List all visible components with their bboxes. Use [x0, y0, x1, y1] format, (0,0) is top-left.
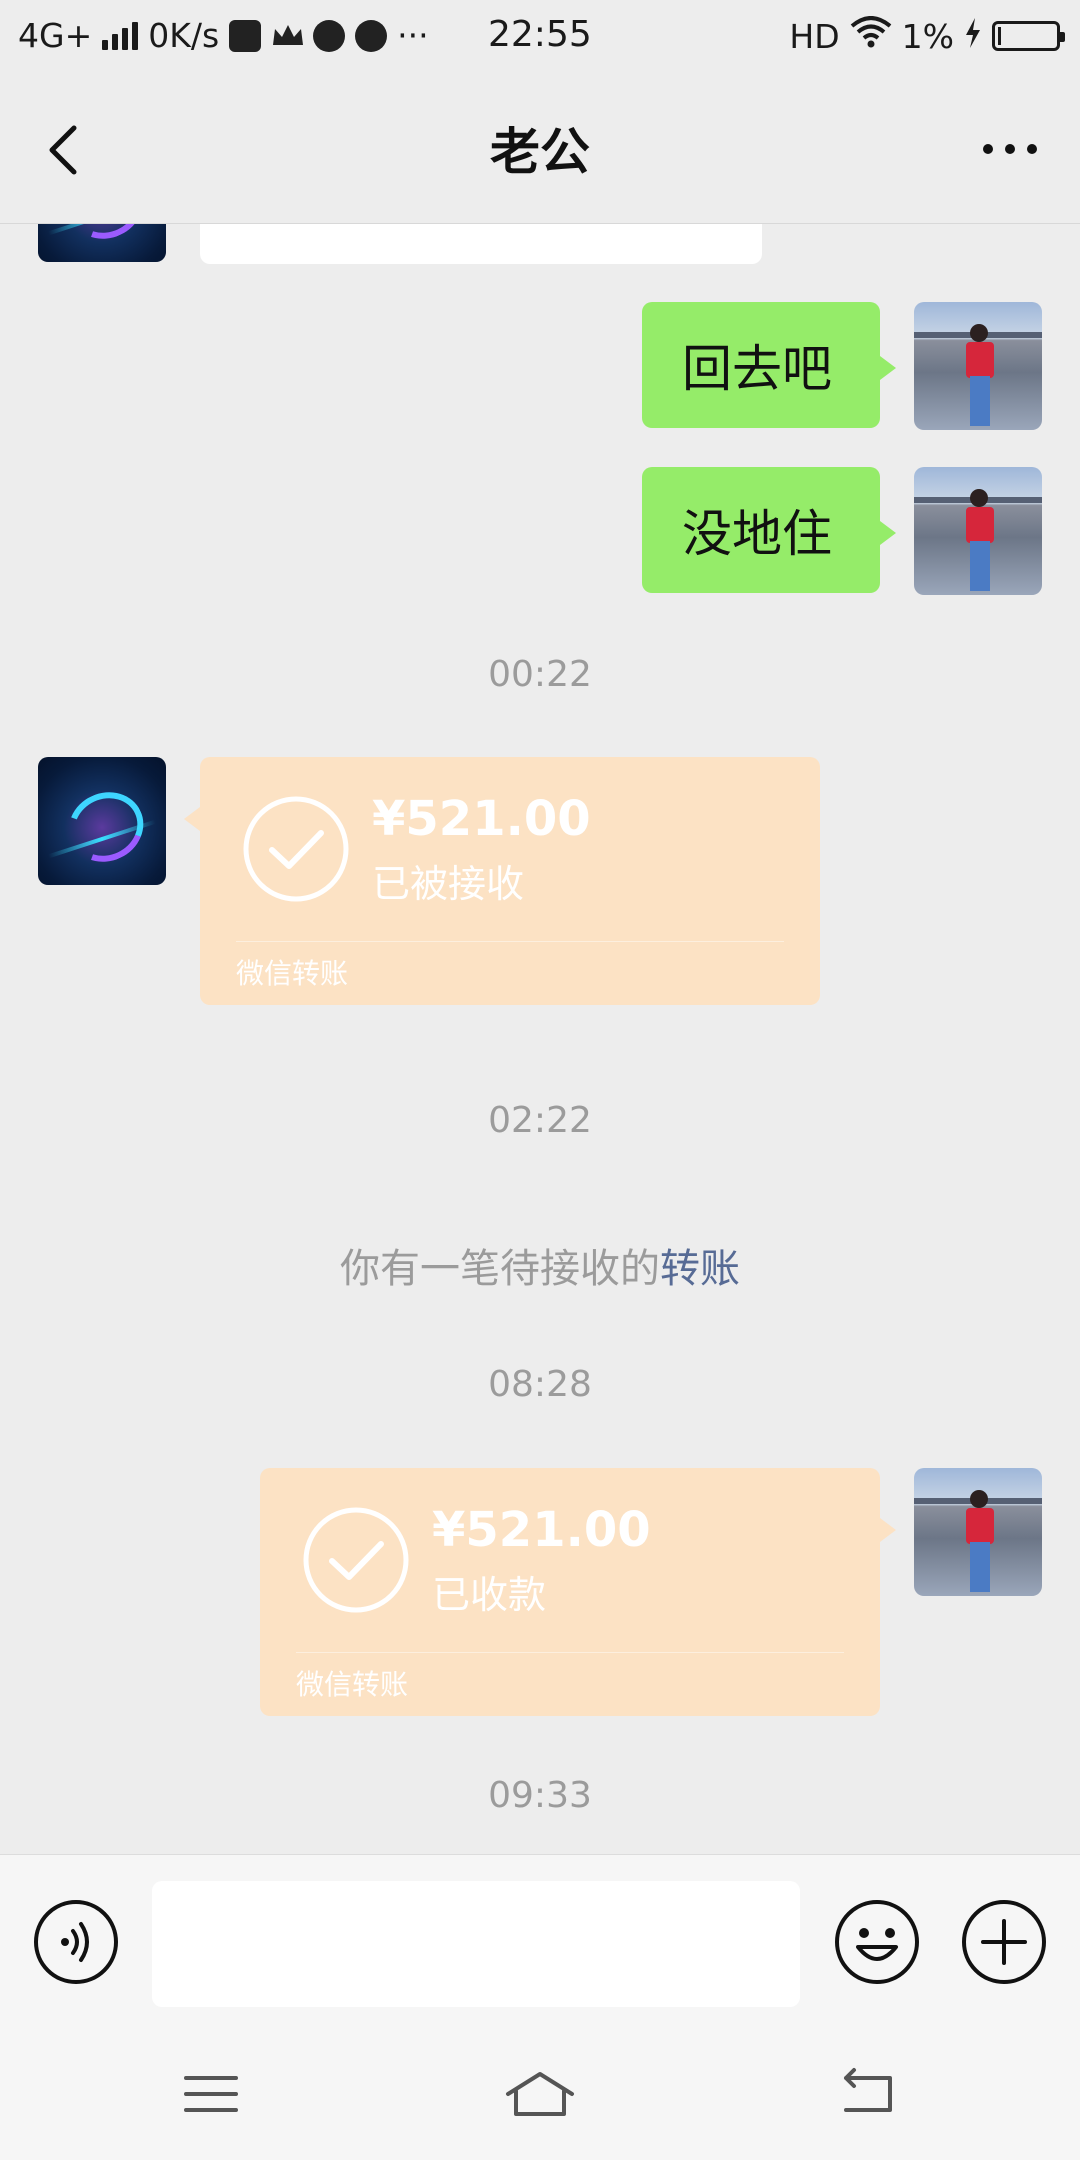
- emoji-button[interactable]: [834, 1899, 920, 1985]
- message-bubble-outgoing[interactable]: 没地住: [642, 467, 880, 593]
- system-tip-text: 你有一笔待接收的: [340, 1246, 660, 1292]
- message-bubble-incoming[interactable]: [200, 224, 762, 264]
- timestamp: 02:22: [488, 1100, 592, 1141]
- timestamp: 08:28: [488, 1364, 592, 1405]
- back-icon: [844, 2068, 892, 2112]
- my-avatar[interactable]: [914, 467, 1042, 595]
- system-tip: 你有一笔待接收的转账: [0, 1236, 1080, 1294]
- more-notifications-icon: ···: [397, 16, 429, 55]
- message-bubble-outgoing[interactable]: 回去吧: [642, 302, 880, 428]
- hd-indicator: HD: [789, 16, 840, 56]
- contact-avatar[interactable]: [38, 757, 166, 885]
- network-type: 4G+: [18, 16, 93, 55]
- battery-icon: [992, 21, 1065, 51]
- message-input[interactable]: [152, 1881, 800, 2007]
- status-right: HD 1%: [789, 16, 1065, 56]
- notification-app-icon: [229, 19, 262, 52]
- timestamp: 09:33: [488, 1775, 592, 1816]
- battery-percent: 1%: [901, 16, 954, 56]
- voice-button[interactable]: [33, 1899, 119, 1985]
- transfer-caption: 微信转账: [236, 957, 349, 990]
- wifi-icon: [850, 16, 892, 56]
- chat-title: 老公: [490, 123, 590, 181]
- status-left: 4G+ 0K/s ···: [18, 16, 429, 55]
- more-button[interactable]: [970, 119, 1050, 179]
- more-actions-button[interactable]: [961, 1899, 1047, 1985]
- transfer-amount: ¥521.00: [432, 1502, 651, 1558]
- voice-icon: [34, 1900, 118, 1984]
- charging-icon: [964, 17, 982, 56]
- system-nav-bar: [0, 2024, 1080, 2160]
- transfer-status: 已被接收: [372, 862, 525, 906]
- menu-icon: [184, 2076, 238, 2112]
- plus-icon: [962, 1900, 1046, 1984]
- transfer-caption: 微信转账: [296, 1668, 409, 1701]
- transfer-card-received[interactable]: ¥521.00 已被接收 微信转账: [184, 757, 820, 1005]
- transfer-link[interactable]: 转账: [660, 1246, 740, 1292]
- message-text: 没地住: [682, 505, 832, 563]
- home-button[interactable]: [500, 2064, 580, 2124]
- check-circle-icon: [303, 1507, 409, 1613]
- contact-avatar[interactable]: [38, 224, 166, 262]
- divider: [296, 1652, 844, 1653]
- menu-button[interactable]: [172, 2064, 252, 2124]
- transfer-amount: ¥521.00: [372, 791, 591, 847]
- check-circle-icon: [243, 796, 349, 902]
- music-icon: [355, 19, 388, 52]
- status-bar: 4G+ 0K/s ··· 22:55 HD 1%: [0, 0, 1080, 74]
- back-nav-button[interactable]: [828, 2064, 908, 2124]
- signal-icon: [102, 21, 139, 50]
- network-speed: 0K/s: [148, 16, 220, 55]
- planet-icon: [313, 19, 346, 52]
- divider: [236, 941, 784, 942]
- input-bar: [0, 1854, 1080, 2024]
- crown-icon: [271, 20, 304, 52]
- message-text: 回去吧: [682, 340, 832, 398]
- timestamp: 00:22: [488, 654, 592, 695]
- my-avatar[interactable]: [914, 1468, 1042, 1596]
- more-dots-icon: [983, 144, 993, 154]
- chat-messages[interactable]: 回去吧 没地住 00:22 ¥521.00 已被接收 微信转账 02:22 你有…: [0, 224, 1080, 1854]
- clock: 22:55: [488, 14, 592, 55]
- transfer-status: 已收款: [432, 1573, 547, 1617]
- transfer-card-collected[interactable]: ¥521.00 已收款 微信转账: [260, 1468, 896, 1716]
- home-icon: [506, 2072, 574, 2116]
- chat-header: 老公: [0, 74, 1080, 224]
- emoji-icon: [835, 1900, 919, 1984]
- my-avatar[interactable]: [914, 302, 1042, 430]
